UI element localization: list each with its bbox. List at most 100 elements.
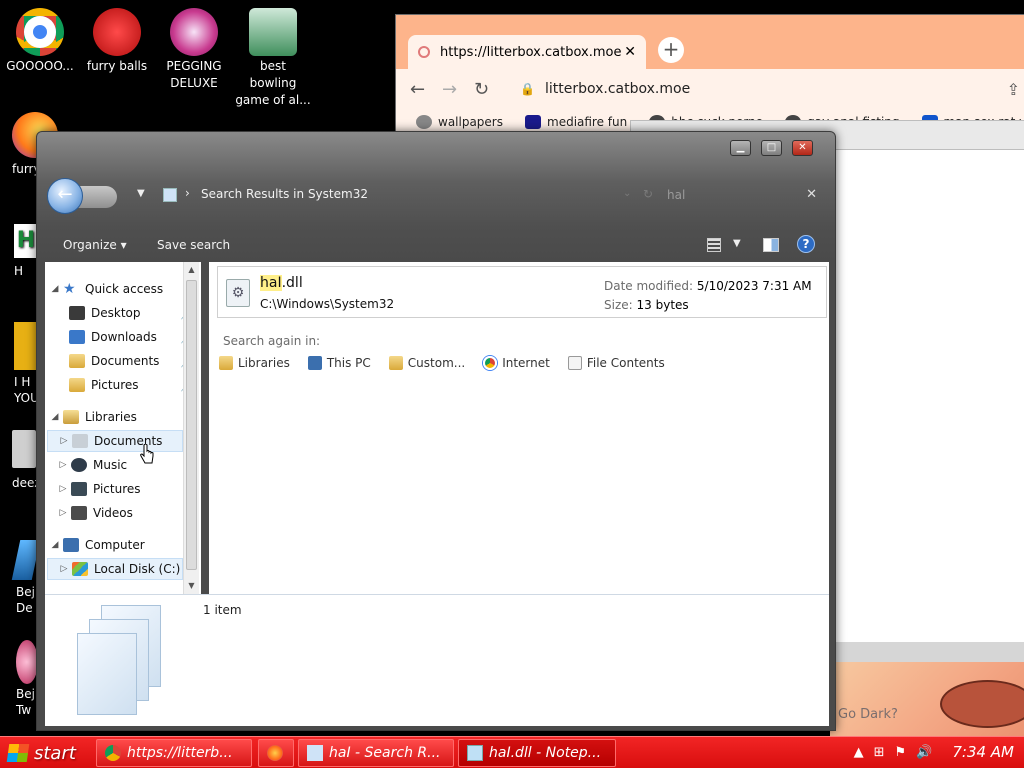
expand-arrow-icon[interactable]: ◢	[49, 540, 61, 550]
desktop-icon	[69, 306, 85, 320]
scroll-thumb[interactable]	[186, 280, 197, 570]
collapse-arrow-icon[interactable]: ▷	[58, 564, 70, 574]
collapse-arrow-icon[interactable]: ▷	[57, 508, 69, 518]
search-again-this-pc[interactable]: This PC	[306, 354, 373, 372]
desktop-icon-label: GOOOOO...	[6, 59, 74, 73]
reload-icon[interactable]: ↻	[474, 79, 506, 100]
flag-notification-icon[interactable]: ⚑	[895, 745, 907, 760]
game-p-icon	[170, 8, 218, 56]
nav-scrollbar[interactable]: ▲ ▼	[183, 262, 199, 594]
search-result-item[interactable]: ⚙ haI.dll C:\Windows\System32 Date modif…	[217, 266, 827, 318]
desktop-icon-label: best bowling game of al...	[235, 59, 311, 107]
command-bar: Organize ▾ Save search ▼ ?	[37, 230, 837, 262]
go-dark-text[interactable]: Go Dark?	[838, 707, 898, 722]
library-documents-icon	[72, 434, 88, 448]
search-dropdown-icon[interactable]: ⌄	[623, 188, 635, 200]
cat-favicon-icon	[418, 46, 430, 58]
share-icon[interactable]: ⇪	[1007, 80, 1020, 99]
back-button[interactable]: ←	[47, 178, 83, 214]
trash-icon	[12, 430, 36, 468]
close-button[interactable]: ✕	[792, 140, 813, 156]
taskbar-notepad-button[interactable]: haI.dll - Notep...	[458, 739, 616, 767]
show-hidden-icons-icon[interactable]: ▲	[854, 745, 864, 760]
desktop-icon-label: furry balls	[86, 59, 148, 73]
nav-computer[interactable]: ◢ Computer	[49, 534, 201, 556]
save-search-button[interactable]: Save search	[157, 238, 230, 252]
close-tab-icon[interactable]: ✕	[624, 44, 636, 60]
expand-arrow-icon[interactable]: ◢	[49, 412, 61, 422]
browser-tab-bar: https://litterbox.catbox.moe ✕ +	[396, 15, 1024, 69]
search-again-file-contents[interactable]: File Contents	[566, 354, 667, 372]
clear-search-icon[interactable]: ✕	[806, 187, 817, 202]
app-tile-icon	[14, 322, 38, 370]
browser-tab-title: https://litterbox.catbox.moe	[440, 44, 622, 60]
breadcrumb-chevron-icon[interactable]: ›	[185, 186, 190, 200]
collapse-arrow-icon[interactable]: ▷	[57, 460, 69, 470]
scroll-down-icon[interactable]: ▼	[184, 578, 199, 594]
search-again-label: Search again in:	[223, 334, 321, 348]
nav-library-music[interactable]: ▷ Music	[57, 454, 201, 476]
desktop-icon-bowling-game[interactable]: best bowling game of al...	[235, 8, 311, 109]
desktop-icon-furry-balls[interactable]: furry balls	[79, 8, 155, 75]
recent-pages-dropdown-icon[interactable]: ▼	[137, 188, 145, 199]
search-folder-icon	[163, 188, 177, 202]
gem-twist-icon	[16, 640, 38, 684]
chrome-icon	[483, 356, 498, 370]
nav-libraries[interactable]: ◢ Libraries	[49, 406, 201, 428]
organize-button[interactable]: Organize ▾	[63, 238, 127, 252]
search-input[interactable]: hal	[667, 188, 685, 202]
address-bar[interactable]: litterbox.catbox.moe	[545, 81, 690, 97]
taskbar-firefox-button[interactable]	[258, 739, 294, 767]
multiple-files-icon	[75, 605, 165, 721]
nav-quick-access[interactable]: ◢ ★ Quick access	[49, 278, 201, 300]
forward-button[interactable]	[77, 186, 117, 208]
bookmark-item[interactable]: wallpapers	[416, 115, 503, 129]
taskbar-chrome-button[interactable]: https://litterb...	[96, 739, 252, 767]
volume-icon[interactable]: 🔊	[916, 745, 932, 760]
desktop-icon-i-h-you[interactable]: I H YOU	[14, 322, 39, 406]
taskbar: start https://litterb... haI - Search R.…	[0, 736, 1024, 768]
search-again-internet[interactable]: Internet	[481, 354, 552, 372]
nav-library-documents[interactable]: ▷ Documents	[47, 430, 183, 452]
search-again-libraries[interactable]: Libraries	[217, 354, 292, 372]
search-again-custom[interactable]: Custom...	[387, 354, 467, 372]
view-dropdown-icon[interactable]: ▼	[733, 238, 741, 249]
back-arrow-icon[interactable]: ←	[410, 79, 442, 100]
nav-library-pictures[interactable]: ▷ Pictures	[57, 478, 201, 500]
bookmark-item[interactable]: mediafire fun	[525, 115, 627, 129]
nav-documents[interactable]: Documents 📌	[67, 350, 199, 372]
file-sheet	[77, 633, 137, 715]
chrome-icon	[105, 745, 121, 761]
collapse-arrow-icon[interactable]: ▷	[57, 484, 69, 494]
pictures-folder-icon	[69, 378, 85, 392]
taskbar-explorer-button[interactable]: haI - Search R...	[298, 739, 454, 767]
scroll-up-icon[interactable]: ▲	[184, 262, 199, 278]
network-icon[interactable]: ⊞	[874, 745, 885, 760]
nav-downloads[interactable]: Downloads 📌	[67, 326, 199, 348]
nav-local-disk[interactable]: ▷ Local Disk (C:)	[47, 558, 183, 580]
maximize-button[interactable]: □	[761, 140, 782, 156]
nav-library-videos[interactable]: ▷ Videos	[57, 502, 201, 524]
nav-desktop[interactable]: Desktop 📌	[67, 302, 199, 324]
breadcrumb[interactable]: Search Results in System32	[201, 187, 368, 201]
start-button[interactable]: start	[0, 737, 94, 768]
nav-pictures[interactable]: Pictures 📌	[67, 374, 199, 396]
desktop-icon-chrome[interactable]: GOOOOO...	[2, 8, 78, 75]
new-tab-button[interactable]: +	[658, 37, 684, 63]
search-box[interactable]: ⌄ ↻ hal ✕	[585, 182, 825, 210]
minimize-button[interactable]: ▁	[730, 140, 751, 156]
clock[interactable]: 7:34 AM	[952, 743, 1014, 761]
notepad-statusbar	[830, 642, 1024, 662]
libraries-icon	[219, 356, 233, 370]
expand-arrow-icon[interactable]: ◢	[49, 284, 61, 294]
explorer-window[interactable]: ▁ □ ✕ ← ▼ › Search Results in System32 ⌄…	[36, 131, 836, 731]
collapse-arrow-icon[interactable]: ▷	[58, 436, 70, 446]
desktop-icon-h[interactable]: H H	[14, 224, 38, 278]
refresh-icon[interactable]: ↻	[643, 187, 653, 201]
browser-tab[interactable]: https://litterbox.catbox.moe ✕	[408, 35, 646, 69]
view-options-icon[interactable]	[707, 238, 721, 252]
preview-pane-icon[interactable]	[763, 238, 779, 252]
help-icon[interactable]: ?	[797, 235, 815, 253]
forward-arrow-icon[interactable]: →	[442, 79, 474, 100]
desktop-icon-pegging-deluxe[interactable]: PEGGING DELUXE	[156, 8, 232, 92]
